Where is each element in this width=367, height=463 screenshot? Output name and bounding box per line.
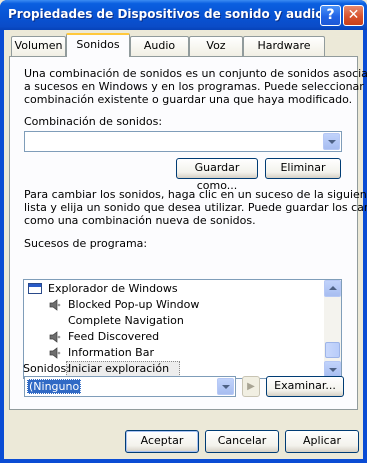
scheme-label: Combinación de sonidos:	[24, 115, 163, 128]
events-label: Sucesos de programa:	[24, 237, 148, 250]
event-label: Feed Discovered	[68, 330, 160, 343]
tab-audio[interactable]: Audio	[130, 36, 189, 56]
speaker-icon	[49, 347, 61, 359]
event-label: Information Bar	[68, 346, 154, 359]
event-label: Blocked Pop-up Window	[68, 298, 200, 311]
change-text-line-1: Para cambiar los sonidos, haga clic en u…	[24, 188, 367, 201]
tab-sonidos[interactable]: Sonidos	[66, 33, 130, 57]
chevron-down-icon[interactable]	[217, 378, 234, 395]
events-listbox[interactable]: Explorador de Windows Blocked Pop-up Win…	[23, 279, 342, 379]
tab-label: Audio	[143, 39, 176, 52]
list-item[interactable]: Complete Navigation	[24, 313, 324, 329]
tab-label: Sonidos	[76, 38, 120, 51]
scheme-combo[interactable]	[24, 131, 342, 152]
close-button[interactable]: ✕	[343, 5, 364, 26]
sound-combo[interactable]: (Ninguno)	[24, 376, 236, 397]
tab-label: Hardware	[257, 39, 311, 52]
browse-label: Examinar...	[274, 379, 336, 392]
speaker-icon	[49, 331, 61, 343]
sounds-label: Sonidos:	[23, 362, 70, 375]
list-item[interactable]: Information Bar	[24, 345, 324, 361]
dialog-client: Volumen Sonidos Audio Voz Hardware Una c…	[4, 30, 367, 459]
play-icon: ▶	[247, 381, 255, 392]
cancel-label: Cancelar	[217, 434, 267, 447]
title-bar[interactable]: Propiedades de Dispositivos de sonido y …	[0, 0, 367, 30]
change-text-line-2: lista y elija un sonido que desea utiliz…	[24, 201, 367, 214]
change-text-line-3: como una combinación nueva de sonidos.	[24, 214, 256, 227]
window-icon	[28, 283, 42, 294]
help-button[interactable]: ?	[320, 5, 341, 26]
event-label: Iniciar exploración	[68, 362, 170, 375]
dialog-window: Propiedades de Dispositivos de sonido y …	[0, 0, 367, 463]
tab-volumen[interactable]: Volumen	[11, 36, 66, 56]
delete-label: Eliminar	[280, 161, 326, 174]
chevron-down-icon[interactable]	[323, 133, 340, 150]
intro-text-line-1: Una combinación de sonidos es un conjunt…	[24, 67, 367, 80]
apply-label: Aplicar	[303, 434, 341, 447]
tab-hardware[interactable]: Hardware	[243, 36, 325, 56]
play-button[interactable]: ▶	[242, 376, 260, 397]
sound-value: (Ninguno)	[29, 380, 84, 393]
intro-text-line-2: a sucesos en Windows y en los programas.…	[24, 80, 367, 93]
delete-button[interactable]: Eliminar	[265, 158, 341, 179]
accept-button[interactable]: Aceptar	[125, 430, 199, 453]
list-item[interactable]: Blocked Pop-up Window	[24, 297, 324, 313]
intro-text-line-3: combinación existente o guardar una que …	[24, 93, 353, 106]
event-label: Explorador de Windows	[48, 282, 178, 295]
accept-label: Aceptar	[140, 434, 184, 447]
scroll-up-icon[interactable]	[324, 280, 341, 297]
tab-label: Voz	[206, 39, 226, 52]
list-item[interactable]: Explorador de Windows	[24, 281, 324, 297]
speaker-icon	[49, 299, 61, 311]
window-title: Propiedades de Dispositivos de sonido y …	[8, 7, 324, 21]
events-scrollbar[interactable]	[324, 280, 341, 378]
cancel-button[interactable]: Cancelar	[205, 430, 279, 453]
list-item[interactable]: Feed Discovered	[24, 329, 324, 345]
scroll-thumb[interactable]	[325, 342, 340, 358]
tab-label: Volumen	[14, 39, 63, 52]
tab-voz[interactable]: Voz	[189, 36, 243, 56]
event-label: Complete Navigation	[68, 314, 184, 327]
apply-button[interactable]: Aplicar	[285, 430, 359, 453]
browse-button[interactable]: Examinar...	[266, 376, 344, 397]
save-as-button[interactable]: Guardar como...	[176, 158, 258, 192]
